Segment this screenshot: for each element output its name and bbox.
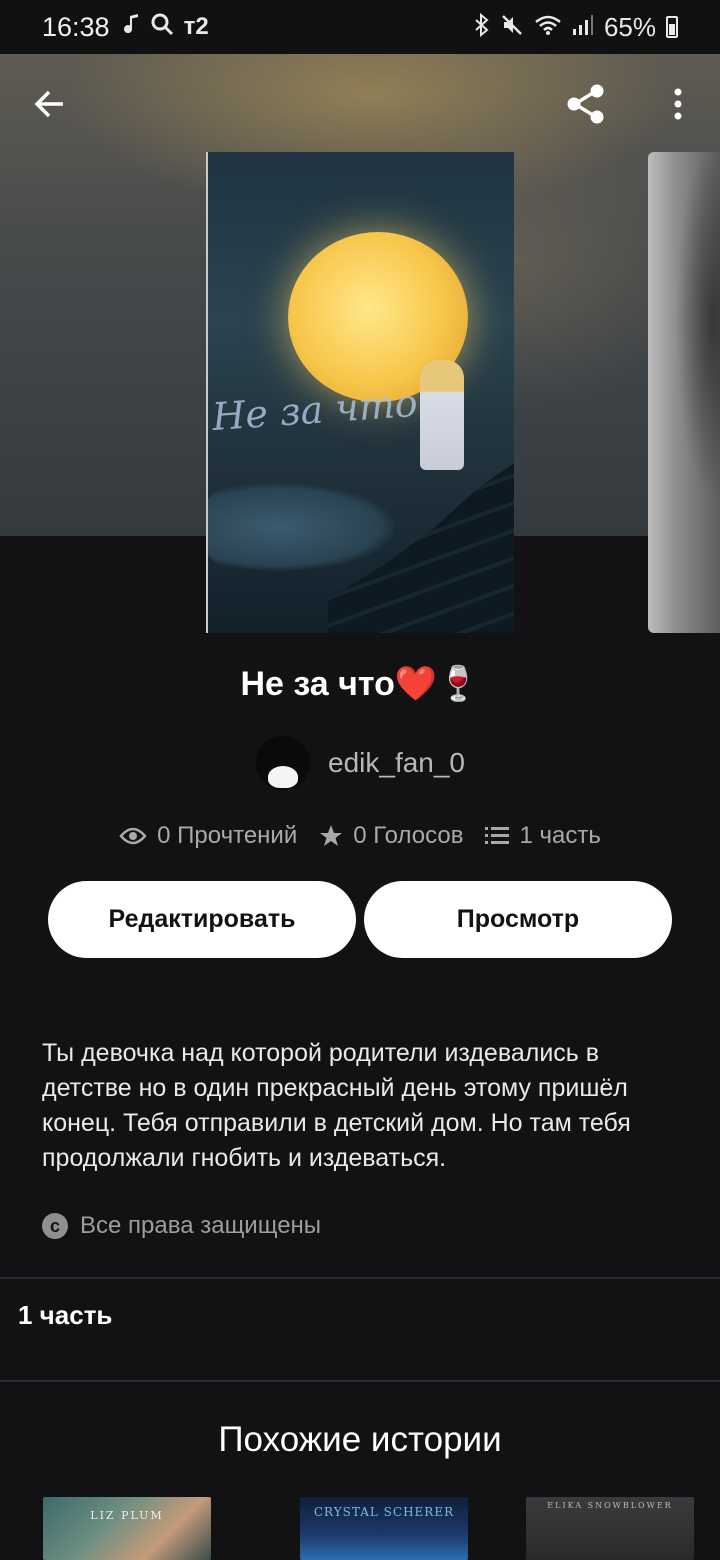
similar-story-cover-text: ELIKA SNOWBLOWER bbox=[547, 1501, 673, 1510]
parts-section-label[interactable]: 1 часть bbox=[18, 1300, 112, 1331]
mute-icon bbox=[500, 13, 524, 42]
author-name: edik_fan_0 bbox=[328, 747, 466, 778]
battery-icon bbox=[666, 16, 678, 38]
divider bbox=[0, 1380, 720, 1382]
reads-stat: 0 Прочтений bbox=[119, 822, 297, 850]
music-note-icon bbox=[123, 13, 140, 41]
bluetooth-icon bbox=[474, 12, 490, 42]
list-icon bbox=[485, 827, 510, 844]
share-icon bbox=[567, 84, 604, 124]
copyright-icon: c bbox=[42, 1213, 68, 1239]
share-button[interactable] bbox=[558, 76, 614, 132]
author-row[interactable]: edik_fan_0 bbox=[256, 736, 465, 790]
similar-story-card[interactable]: LIZ PLUM bbox=[43, 1497, 211, 1560]
story-description: Ты девочка над которой родители издевали… bbox=[42, 1039, 631, 1172]
cover-title-text: Не за что bbox=[210, 380, 420, 440]
preview-button[interactable]: Просмотр bbox=[364, 881, 672, 958]
next-story-cover-peek[interactable] bbox=[648, 152, 720, 633]
status-bar: 16:38 т2 65% bbox=[0, 0, 720, 54]
similar-story-cover-text: CRYSTAL SCHERER bbox=[313, 1505, 455, 1519]
similar-story-cover-text: LIZ PLUM bbox=[90, 1509, 164, 1522]
signal-icon bbox=[572, 14, 594, 41]
parts-stat: 1 часть bbox=[485, 822, 601, 850]
wifi-icon bbox=[534, 14, 562, 41]
more-options-button[interactable] bbox=[650, 76, 706, 132]
action-buttons: Редактировать Просмотр bbox=[48, 881, 672, 958]
similar-stories-title: Похожие истории bbox=[218, 1420, 502, 1459]
cover-figure bbox=[420, 360, 464, 470]
similar-stories-row: LIZ PLUM CRYSTAL SCHERER ELIKA SNOWBLOWE… bbox=[0, 1497, 720, 1560]
cover-clouds bbox=[208, 482, 398, 572]
more-vertical-icon bbox=[674, 88, 682, 120]
similar-story-card[interactable]: ELIKA SNOWBLOWER bbox=[526, 1497, 694, 1560]
status-time: 16:38 bbox=[42, 11, 110, 42]
votes-stat: 0 Голосов bbox=[319, 822, 463, 850]
story-stats: 0 Прочтений 0 Голосов 1 часть bbox=[0, 822, 720, 850]
similar-story-card[interactable]: CRYSTAL SCHERER bbox=[300, 1497, 468, 1560]
avatar bbox=[256, 736, 310, 790]
carrier-t2-icon: т2 bbox=[183, 13, 209, 40]
reads-count: 0 Прочтений bbox=[157, 822, 298, 849]
story-cover[interactable]: Не за что bbox=[206, 152, 514, 633]
eye-icon bbox=[119, 827, 147, 845]
search-icon bbox=[150, 12, 174, 42]
battery-percent: 65% bbox=[603, 11, 656, 42]
divider bbox=[0, 1277, 720, 1279]
story-title: Не за что❤️🍷 bbox=[240, 665, 480, 703]
arrow-left-icon bbox=[34, 90, 63, 118]
parts-count: 1 часть bbox=[519, 822, 601, 849]
copyright-row: c Все права защищены bbox=[42, 1212, 321, 1240]
status-left-icons: т2 bbox=[123, 12, 209, 42]
star-icon bbox=[320, 825, 343, 846]
votes-count: 0 Голосов bbox=[353, 822, 464, 849]
back-button[interactable] bbox=[22, 76, 78, 132]
edit-button[interactable]: Редактировать bbox=[48, 881, 356, 958]
status-right-icons: 65% bbox=[474, 12, 678, 43]
copyright-text: Все права защищены bbox=[80, 1212, 322, 1239]
